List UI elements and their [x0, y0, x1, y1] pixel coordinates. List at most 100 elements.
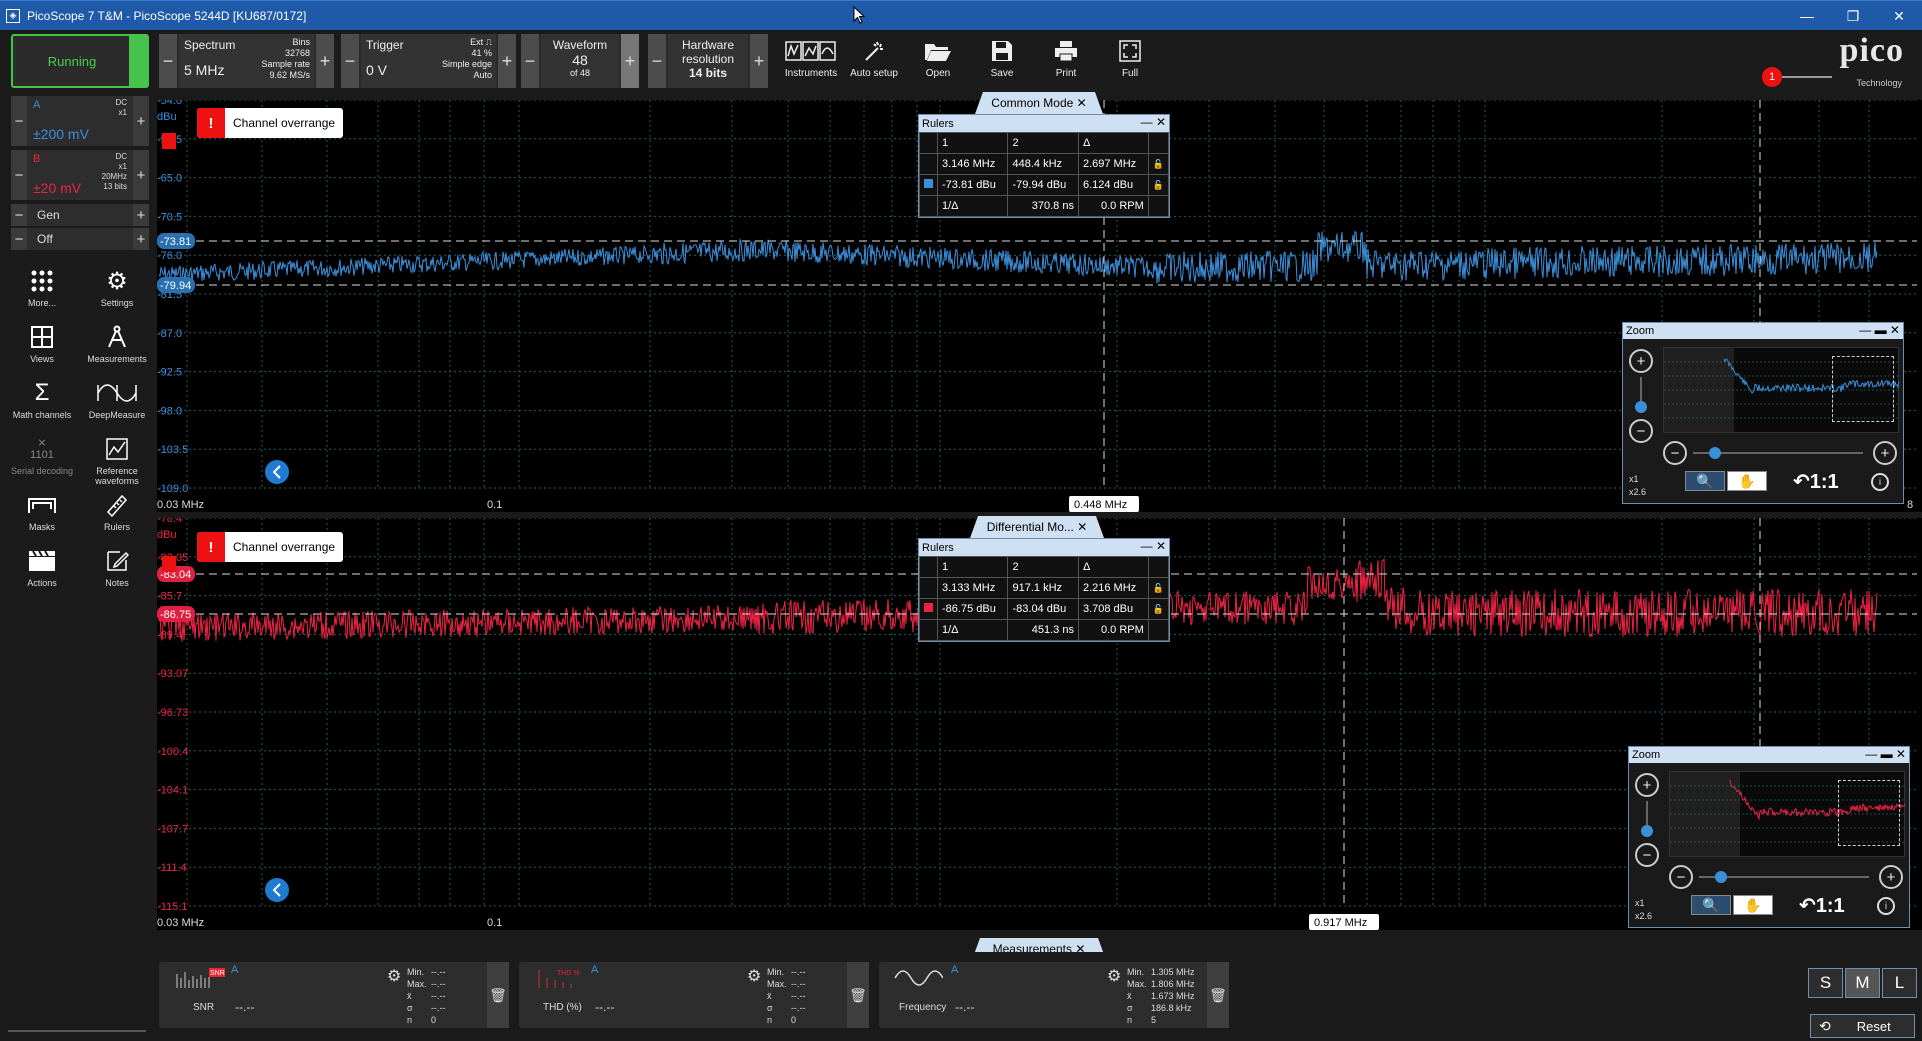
gear-icon[interactable]: ⚙: [387, 966, 401, 986]
zoom-window-controls-a[interactable]: — ▬ ✕: [1859, 323, 1900, 337]
measurement-card-thd[interactable]: THD % A THD (%) --.-- ⚙ Min. Max. x̄ σ n --.…: [519, 962, 869, 1028]
masks-button[interactable]: Masks: [7, 488, 77, 532]
delete-snr-button[interactable]: 🗑: [487, 962, 509, 1028]
size-medium-button[interactable]: M: [1845, 968, 1880, 998]
vertical-zoom-slider[interactable]: [1635, 401, 1647, 413]
vertical-zoom-slider[interactable]: [1641, 825, 1653, 837]
zoom-window-box[interactable]: [1832, 356, 1894, 422]
minimize-icon[interactable]: —: [1784, 1, 1830, 31]
horizontal-zoom-slider[interactable]: [1709, 447, 1721, 459]
info-icon[interactable]: i: [1871, 473, 1889, 491]
trigger-control[interactable]: Trigger 0 V Ext ⎍ 41 % Simple edge Auto: [361, 34, 496, 88]
zoom-panel-b[interactable]: Zoom — ▬ ✕ + − − + x1 x2.6 🔍 ✋ ↶1:1 i: [1628, 746, 1910, 928]
gen-increase-button[interactable]: +: [133, 204, 149, 226]
lock-icon[interactable]: 🔓: [1147, 577, 1170, 599]
instruments-button[interactable]: Instruments: [781, 34, 841, 90]
gen-state-control[interactable]: − Off +: [11, 228, 149, 250]
channel-b-decrease-button[interactable]: −: [11, 150, 27, 200]
zoom-in-horizontal-button[interactable]: +: [1873, 441, 1897, 465]
spectrum-control[interactable]: Spectrum 5 MHz Bins 32768 Sample rate 9.…: [179, 34, 314, 88]
off-decrease-button[interactable]: −: [11, 228, 27, 250]
channel-a-decrease-button[interactable]: −: [11, 96, 27, 146]
hwres-decrease-button[interactable]: −: [648, 34, 666, 88]
zoom-out-horizontal-button[interactable]: −: [1663, 441, 1687, 465]
spectrum-increase-button[interactable]: +: [316, 34, 334, 88]
pan-tool-button[interactable]: ✋: [1733, 895, 1773, 915]
gear-icon[interactable]: ⚙: [1107, 966, 1121, 986]
rulers-window-controls-b[interactable]: — ✕: [1141, 539, 1166, 553]
trigger-decrease-button[interactable]: −: [341, 34, 359, 88]
rulers-window-controls-a[interactable]: — ✕: [1141, 115, 1166, 129]
waveform-prev-button[interactable]: −: [521, 34, 539, 88]
gen-decrease-button[interactable]: −: [11, 204, 27, 226]
scroll-left-button[interactable]: [265, 460, 289, 484]
channel-a-increase-button[interactable]: +: [133, 96, 149, 146]
lock-icon[interactable]: 🔓: [1147, 174, 1170, 196]
delete-frequency-button[interactable]: 🗑: [1207, 962, 1229, 1028]
rulers-panel-a[interactable]: Rulers — ✕ 12Δ 3.146 MHz 448.4 kHz 2.697 M…: [918, 114, 1170, 218]
zoom-reset-button[interactable]: ↶1:1: [1793, 469, 1839, 494]
measurement-card-frequency[interactable]: A Frequency --.-- ⚙ Min. Max. x̄ σ n 1.305 M…: [879, 962, 1229, 1028]
generator-control[interactable]: − Gen +: [11, 204, 149, 226]
close-icon[interactable]: ✕: [1077, 520, 1087, 534]
run-stop-button[interactable]: Running: [11, 34, 149, 88]
hwres-increase-button[interactable]: +: [750, 34, 768, 88]
ruler-value-tag[interactable]: -79.94: [157, 277, 195, 293]
measurements-button[interactable]: Measurements: [82, 320, 152, 364]
deepmeasure-button[interactable]: DeepMeasure: [82, 376, 152, 420]
reset-button[interactable]: ⟲ Reset: [1810, 1014, 1915, 1038]
close-icon[interactable]: ✕: [1876, 1, 1922, 31]
scroll-left-button[interactable]: [265, 878, 289, 902]
gear-icon[interactable]: ⚙: [747, 966, 761, 986]
zoom-tool-button[interactable]: 🔍: [1685, 471, 1725, 491]
settings-button[interactable]: ⚙ Settings: [82, 264, 152, 309]
notification-badge[interactable]: 1: [1762, 67, 1782, 87]
auto-setup-button[interactable]: Auto setup: [844, 34, 904, 90]
open-button[interactable]: Open: [908, 34, 968, 90]
off-increase-button[interactable]: +: [133, 228, 149, 250]
hwres-control[interactable]: Hardware resolution 14 bits: [668, 34, 748, 88]
zoom-in-vertical-button[interactable]: +: [1635, 773, 1659, 797]
size-large-button[interactable]: L: [1882, 968, 1917, 998]
more-button[interactable]: More...: [7, 264, 77, 308]
zoom-overview-b[interactable]: [1669, 771, 1906, 857]
horizontal-zoom-slider[interactable]: [1715, 871, 1727, 883]
print-button[interactable]: Print: [1036, 34, 1096, 90]
waveform-next-button[interactable]: +: [621, 34, 639, 88]
zoom-panel-a[interactable]: Zoom — ▬ ✕ + − − + x1 x2.6 🔍 ✋ ↶1:1 i: [1622, 322, 1904, 504]
pan-tool-button[interactable]: ✋: [1727, 471, 1767, 491]
zoom-out-vertical-button[interactable]: −: [1635, 843, 1659, 867]
channel-b-control[interactable]: − B DC x1 20MHz 13 bits ±20 mV +: [11, 150, 149, 200]
math-channels-button[interactable]: Σ Math channels: [7, 376, 77, 420]
full-screen-button[interactable]: Full: [1100, 34, 1160, 90]
zoom-window-box[interactable]: [1838, 780, 1900, 846]
waveform-control[interactable]: Waveform 48 of 48: [541, 34, 619, 88]
trigger-increase-button[interactable]: +: [498, 34, 516, 88]
lock-icon[interactable]: 🔓: [1147, 598, 1170, 620]
rulers-button[interactable]: Rulers: [82, 488, 152, 532]
zoom-tool-button[interactable]: 🔍: [1691, 895, 1731, 915]
ruler-value-tag[interactable]: -73.81: [157, 233, 195, 249]
zoom-overview-a[interactable]: [1663, 347, 1900, 433]
ruler-x-tag[interactable]: 0.917 MHz: [1309, 914, 1379, 930]
notes-button[interactable]: Notes: [82, 544, 152, 588]
save-button[interactable]: Save: [972, 34, 1032, 90]
restore-icon[interactable]: ❐: [1830, 1, 1876, 31]
ruler-x-tag[interactable]: 0.448 MHz: [1069, 496, 1139, 512]
rulers-panel-b[interactable]: Rulers — ✕ 12Δ 3.133 MHz 917.1 kHz 2.216 M…: [918, 538, 1170, 642]
reference-waveforms-button[interactable]: Reference waveforms: [82, 432, 152, 486]
tab-common-mode[interactable]: Common Mode ✕: [975, 92, 1103, 114]
measurement-card-snr[interactable]: SNR A SNR --.-- ⚙ Min. Max. x̄ σ n --.-- --.-…: [159, 962, 509, 1028]
channel-b-increase-button[interactable]: +: [133, 150, 149, 200]
views-button[interactable]: Views: [7, 320, 77, 364]
info-icon[interactable]: i: [1877, 897, 1895, 915]
channel-a-control[interactable]: − A DC x1 ±200 mV +: [11, 96, 149, 146]
serial-decoding-button[interactable]: ⨯ 1101 Serial decoding: [7, 432, 77, 476]
ruler-value-tag[interactable]: -86.75: [157, 606, 195, 622]
close-icon[interactable]: ✕: [1077, 96, 1087, 110]
spectrum-decrease-button[interactable]: −: [159, 34, 177, 88]
lock-icon[interactable]: 🔓: [1147, 153, 1170, 175]
zoom-in-horizontal-button[interactable]: +: [1879, 865, 1903, 889]
size-small-button[interactable]: S: [1808, 968, 1843, 998]
zoom-out-horizontal-button[interactable]: −: [1669, 865, 1693, 889]
